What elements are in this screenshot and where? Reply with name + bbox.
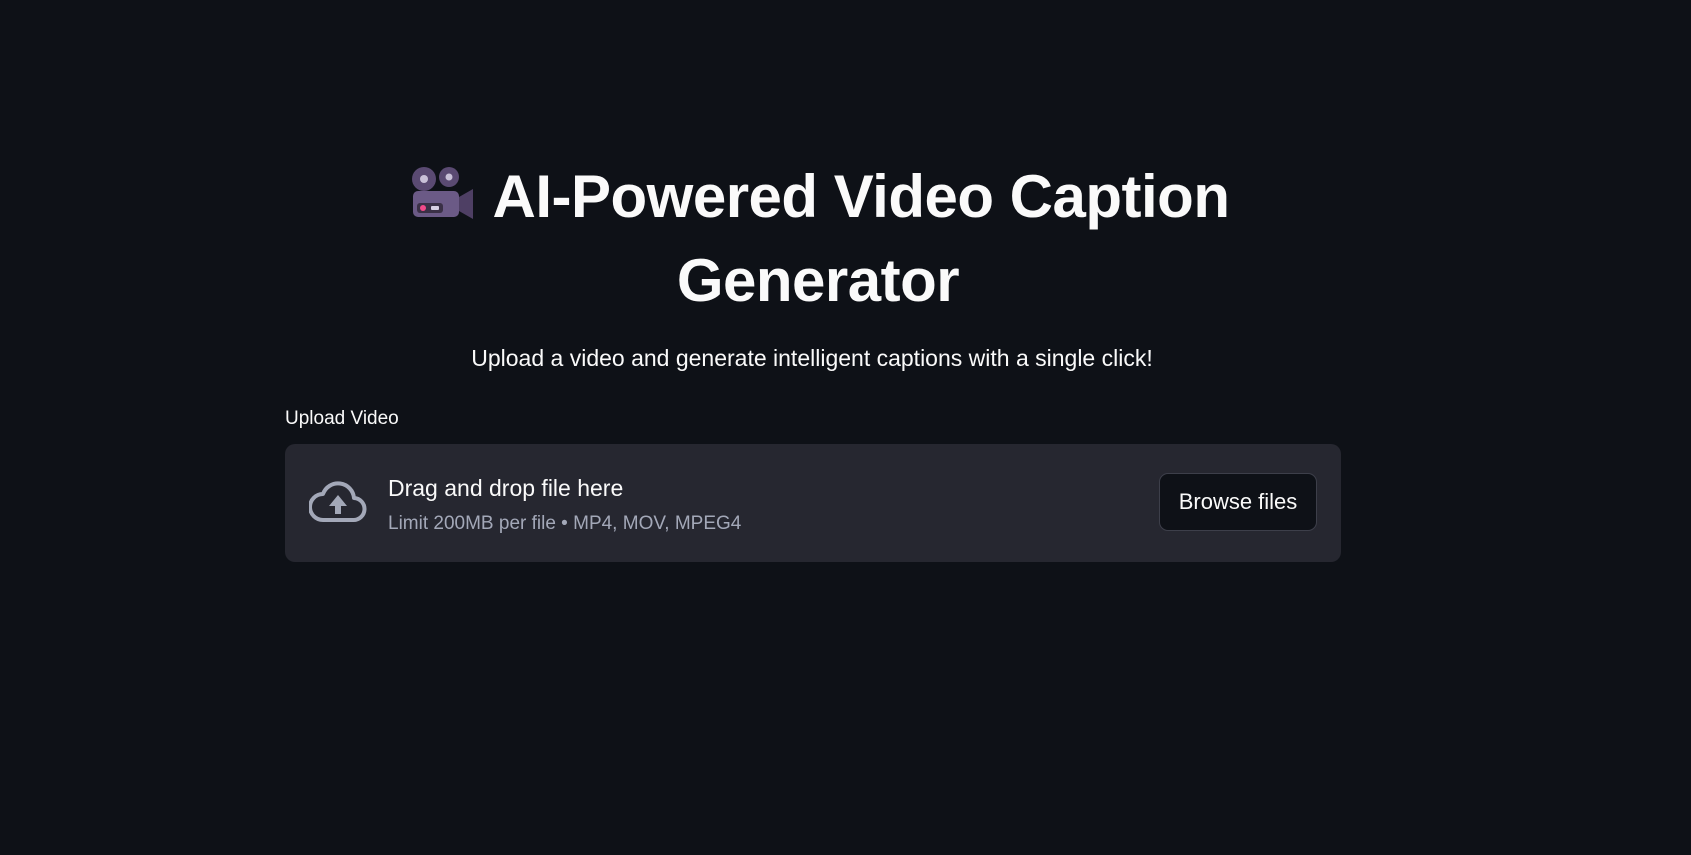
movie-camera-icon <box>407 164 475 242</box>
file-dropzone[interactable]: Drag and drop file here Limit 200MB per … <box>285 444 1341 562</box>
page-subtitle: Upload a video and generate intelligent … <box>471 345 1153 371</box>
cloud-upload-icon <box>308 480 367 524</box>
page-title: AI-Powered Video Caption Generator <box>330 158 1306 320</box>
dropzone-instructions: Drag and drop file here <box>388 475 624 501</box>
page-title-text: AI-Powered Video Caption Generator <box>492 163 1230 314</box>
upload-label: Upload Video <box>285 408 399 429</box>
dropzone-file-limit: Limit 200MB per file • MP4, MOV, MPEG4 <box>388 513 742 534</box>
browse-files-button[interactable]: Browse files <box>1159 473 1317 531</box>
app-root: AI-Powered Video Caption Generator Uploa… <box>0 0 1691 855</box>
page-header: AI-Powered Video Caption Generator <box>330 158 1306 320</box>
